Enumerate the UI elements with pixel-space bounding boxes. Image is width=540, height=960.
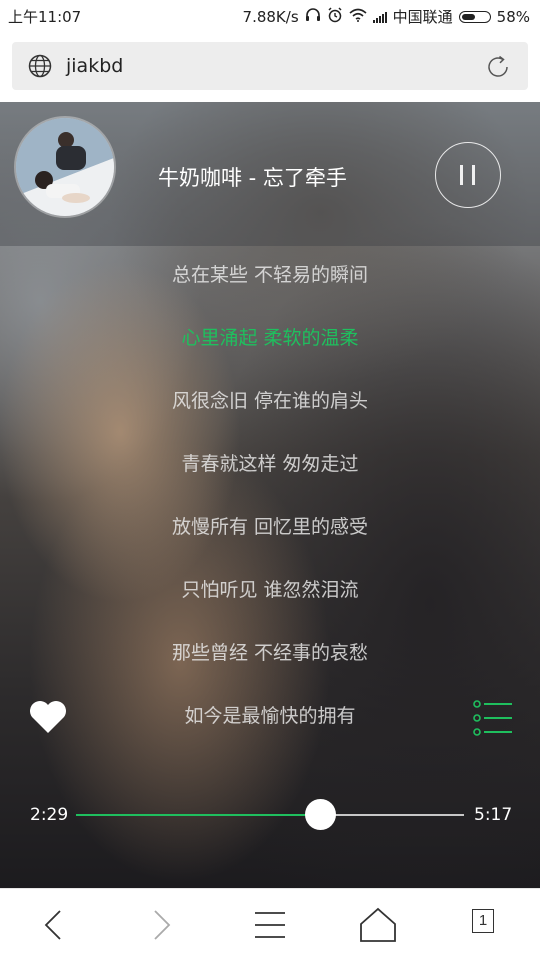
playlist-icon[interactable] — [472, 698, 514, 742]
menu-button[interactable] — [252, 907, 288, 943]
status-time: 上午11:07 — [8, 8, 82, 26]
home-button[interactable] — [358, 907, 396, 943]
status-bar: 上午11:07 7.88K/s 中国联通 58% — [0, 0, 540, 30]
tabs-button[interactable]: 1 — [470, 907, 506, 943]
back-arrow-icon — [44, 910, 61, 940]
alarm-icon — [327, 6, 343, 27]
progress-slider[interactable] — [76, 799, 464, 830]
url-text[interactable]: jiakbd — [66, 55, 123, 77]
album-art[interactable] — [14, 116, 116, 218]
wifi-icon — [349, 8, 367, 26]
status-indicators: 7.88K/s 中国联通 58% — [243, 6, 530, 27]
forward-arrow-icon — [154, 910, 171, 940]
heart-icon[interactable] — [28, 699, 68, 739]
pause-button[interactable] — [435, 142, 501, 208]
lyric-line: 如今是最愉快的拥有 — [184, 705, 356, 727]
lyric-line: 青春就这样 匆匆走过 — [181, 453, 359, 475]
globe-icon — [28, 54, 52, 82]
lyric-line: 只怕听见 谁忽然泪流 — [181, 579, 359, 601]
network-speed: 7.88K/s — [242, 7, 299, 26]
pause-icon — [472, 165, 475, 185]
lyric-line: 风很念旧 停在谁的肩头 — [171, 390, 369, 412]
forward-button[interactable] — [143, 907, 179, 943]
lyric-line: 那些曾经 不经事的哀愁 — [171, 642, 369, 664]
player-header: 牛奶咖啡 - 忘了牵手 — [0, 102, 540, 246]
signal-icon — [372, 11, 387, 23]
total-time: 5:17 — [474, 805, 513, 825]
progress-thumb[interactable] — [305, 799, 337, 830]
pause-icon — [460, 165, 463, 185]
home-icon — [360, 907, 396, 942]
address-bar[interactable]: jiakbd — [12, 42, 528, 90]
battery-icon — [458, 10, 491, 23]
headphones-icon — [305, 7, 321, 26]
lyrics-panel: 总在某些 不轻易的瞬间 心里涌起 柔软的温柔 风很念旧 停在谁的肩头 青春就这样… — [0, 244, 540, 748]
music-player: 牛奶咖啡 - 忘了牵手 总在某些 不轻易的瞬间 心里涌起 柔软的温柔 风很念旧 … — [0, 102, 540, 888]
tab-count: 1 — [472, 909, 494, 933]
lyric-line: 总在某些 不轻易的瞬间 — [171, 264, 369, 286]
carrier-name: 中国联通 — [392, 8, 453, 26]
current-time: 2:29 — [30, 805, 69, 825]
song-title: 牛奶咖啡 - 忘了牵手 — [158, 166, 347, 190]
lyric-line-active: 心里涌起 柔软的温柔 — [181, 327, 359, 349]
menu-icon — [255, 912, 285, 938]
reload-icon[interactable] — [484, 53, 512, 85]
browser-bottom-nav: 1 — [0, 888, 540, 960]
back-button[interactable] — [36, 907, 72, 943]
progress-fill — [76, 814, 321, 816]
address-bar-area: jiakbd — [0, 30, 540, 102]
lyric-line: 放慢所有 回忆里的感受 — [171, 516, 369, 538]
battery-percent: 58% — [496, 7, 530, 26]
